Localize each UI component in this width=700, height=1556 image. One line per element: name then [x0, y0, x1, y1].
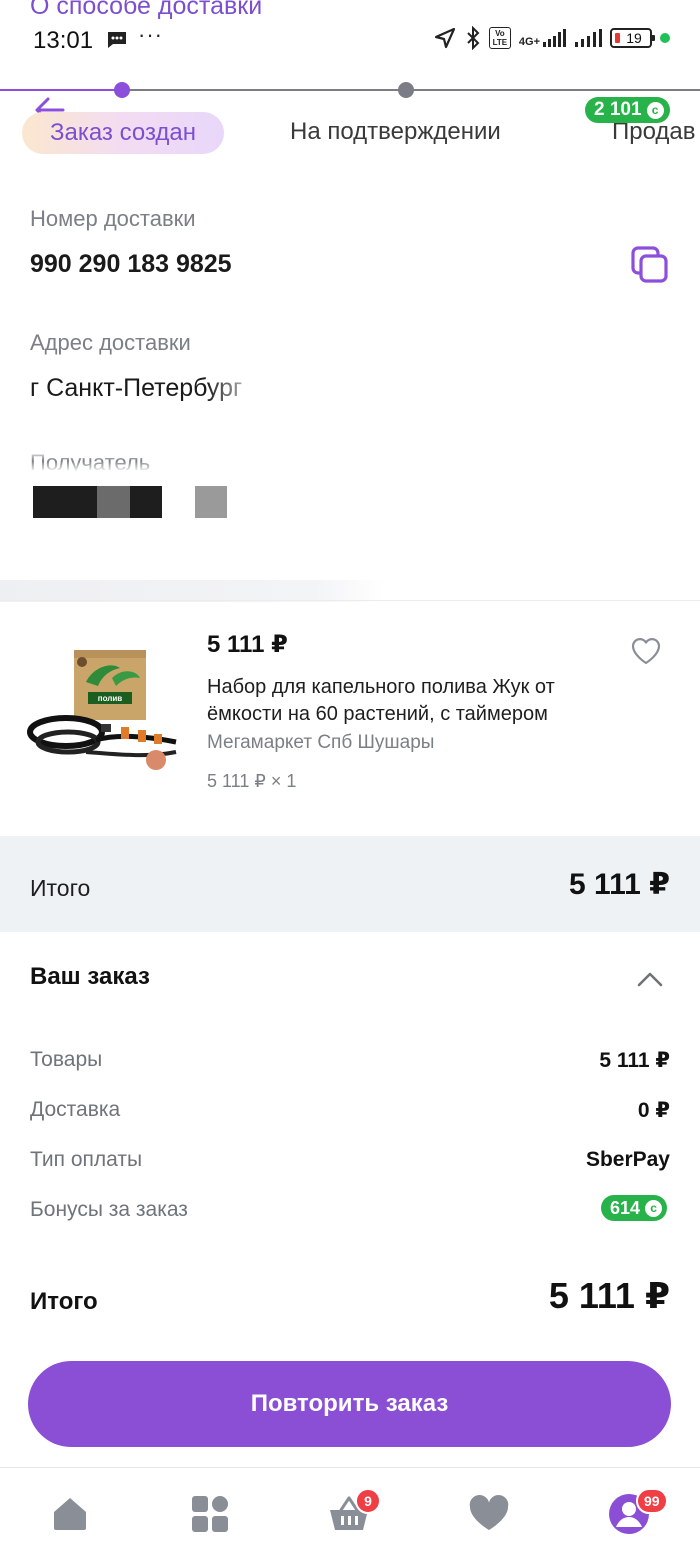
redacted-recipient — [195, 486, 227, 518]
cart-count-badge: 9 — [355, 1488, 381, 1514]
redacted-recipient — [33, 486, 97, 518]
delivery-address-label: Адрес доставки — [30, 330, 191, 355]
profile-notifications-badge: 99 — [636, 1488, 668, 1514]
order-progress-line — [0, 89, 700, 91]
step-created[interactable]: Заказ создан — [22, 112, 224, 154]
status-bar: О способе доставки 13:01 ··· Vo LTE 4G+ … — [0, 0, 700, 70]
bluetooth-icon — [467, 26, 480, 50]
battery-icon: 19 — [610, 28, 655, 48]
bottom-tab-bar — [0, 1467, 700, 1556]
product-seller[interactable]: Мегамаркет Спб Шушары — [207, 732, 434, 754]
bonus-coin-icon: c — [645, 1199, 663, 1217]
heart-icon[interactable] — [467, 1492, 511, 1536]
product-title[interactable]: Набор для капельного полива Жук от ёмкос… — [207, 674, 587, 728]
total-band-label: Итого — [30, 875, 91, 901]
final-total-label: Итого — [30, 1288, 98, 1315]
recipient-label: Получатель — [30, 450, 151, 472]
step-created-label: Заказ создан — [49, 119, 197, 146]
step-on-confirmation[interactable]: На подтверждении — [290, 118, 501, 146]
copy-icon[interactable] — [630, 245, 670, 285]
chevron-up-icon[interactable] — [636, 969, 664, 989]
summary-delivery-label: Доставка — [30, 1098, 121, 1121]
final-total-value: 5 111 ₽ — [548, 1275, 670, 1316]
summary-bonus-label: Бонусы за заказ — [30, 1198, 188, 1221]
signal-bars-icon — [543, 29, 566, 47]
product-quantity: 5 111 ₽ × 1 — [207, 771, 297, 791]
network-type: 4G+ — [518, 36, 540, 48]
redacted-recipient — [130, 486, 162, 518]
delivery-number-value: 990 290 183 9825 — [30, 250, 232, 278]
privacy-indicator-dot — [660, 33, 670, 43]
redacted-recipient — [97, 486, 130, 518]
product-image[interactable]: полив — [26, 642, 186, 777]
product-box-text: полив — [98, 694, 123, 703]
step-dot-confirmation — [398, 82, 414, 98]
more-notifications-icon: ··· — [138, 22, 163, 47]
catalog-icon[interactable] — [188, 1492, 232, 1536]
bonus-balance-value: 2 101 — [594, 99, 642, 120]
battery-level: 19 — [626, 30, 642, 46]
summary-payment-value: SberPay — [585, 1148, 670, 1171]
status-icons: Vo LTE 4G+ 19 — [433, 26, 670, 50]
order-summary-title[interactable]: Ваш заказ — [30, 963, 150, 991]
signal-bars-icon-2 — [575, 29, 602, 47]
summary-delivery-value: 0 ₽ — [637, 1099, 670, 1122]
summary-bonus-badge: 614 c — [601, 1195, 668, 1221]
bonus-coin-icon: c — [646, 101, 664, 119]
total-band-value: 5 111 ₽ — [569, 868, 670, 901]
location-icon — [434, 27, 455, 49]
cellular-signal-1: 4G+ — [519, 28, 566, 48]
summary-bonus-value: 614 — [610, 1197, 641, 1218]
product-price: 5 111 ₽ — [207, 631, 288, 658]
repeat-order-button[interactable]: Повторить заказ — [28, 1361, 671, 1447]
summary-goods-value: 5 111 ₽ — [599, 1049, 670, 1072]
volte-icon: Vo LTE — [488, 27, 511, 49]
summary-payment-label: Тип оплаты — [30, 1148, 143, 1171]
summary-goods-label: Товары — [30, 1048, 103, 1071]
scrolled-section-title: О способе доставки — [30, 0, 263, 20]
section-divider-line — [0, 600, 700, 601]
delivery-number-label: Номер доставки — [30, 206, 196, 231]
bonus-balance-badge[interactable]: 2 101 c — [585, 97, 670, 123]
delivery-address-value: г Санкт-Петербург — [30, 374, 243, 402]
status-time: 13:01 — [33, 27, 94, 54]
message-notification-icon — [108, 32, 126, 48]
step-dot-created — [114, 82, 130, 98]
home-icon[interactable] — [48, 1492, 92, 1536]
heart-outline-icon[interactable] — [630, 636, 662, 666]
section-divider — [0, 580, 700, 602]
